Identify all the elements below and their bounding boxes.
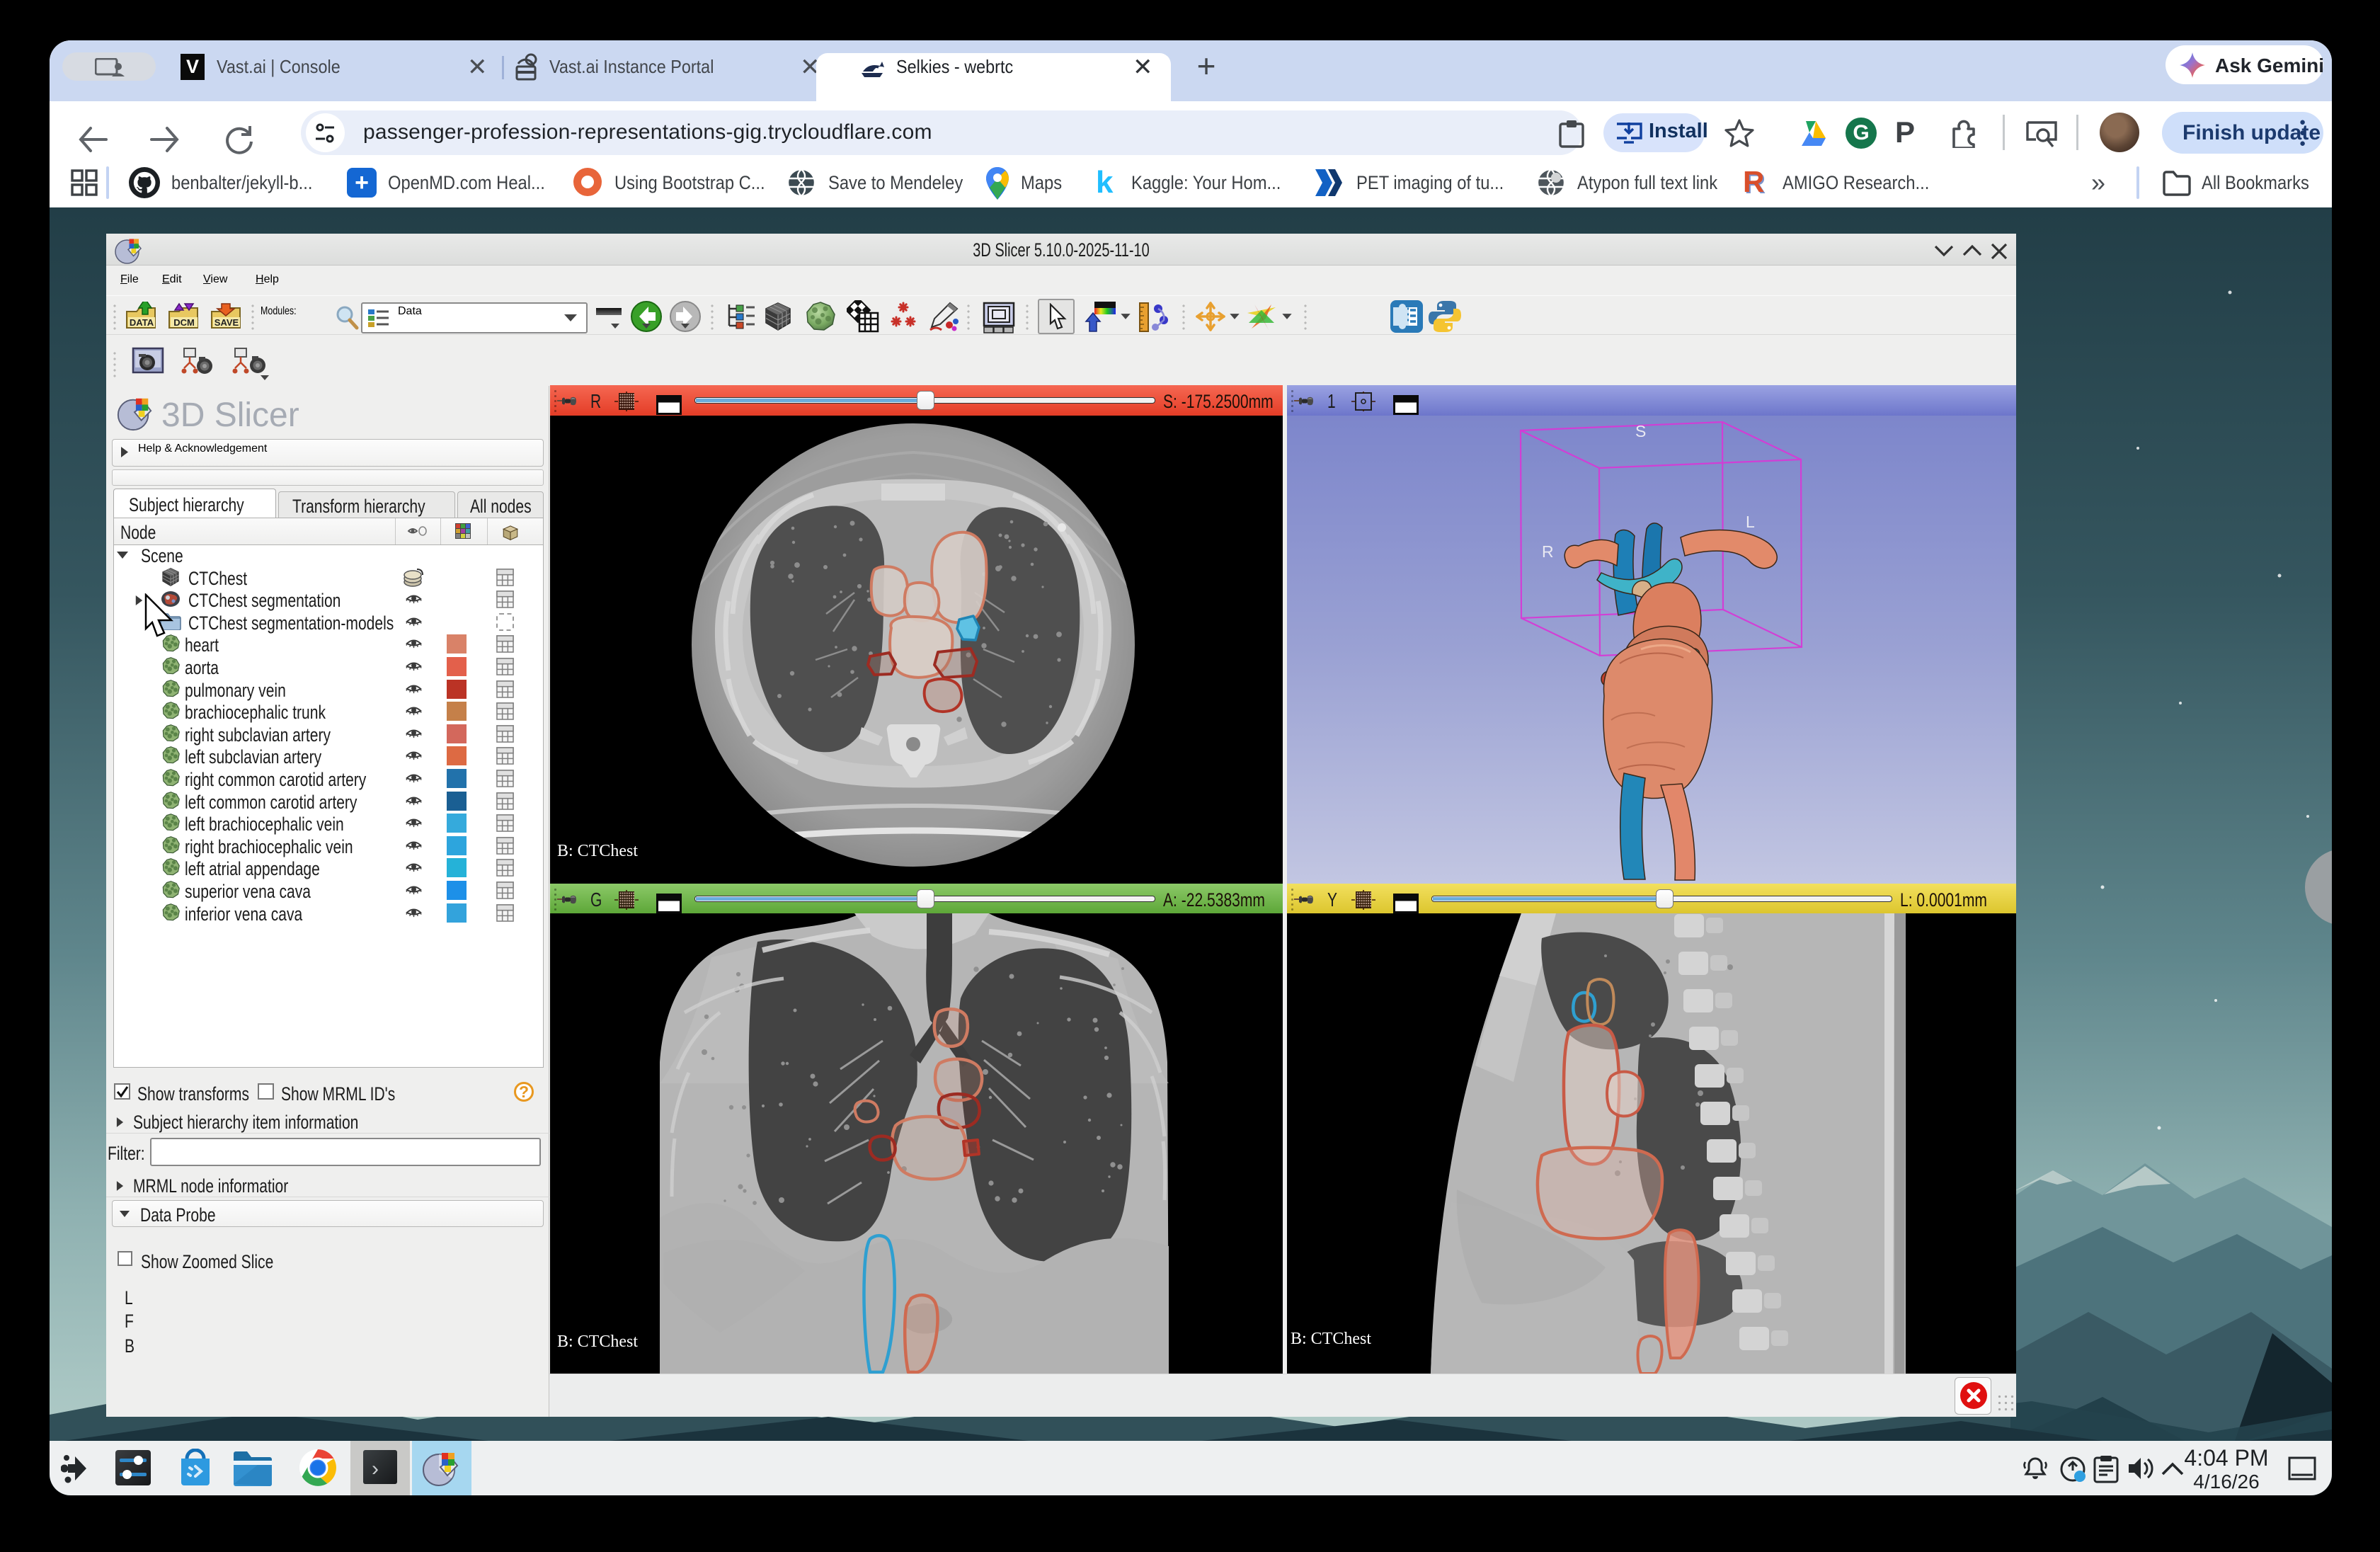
svg-text:B: CTChest: B: CTChest: [557, 1333, 638, 1351]
svg-text:DATA: DATA: [130, 317, 154, 328]
svg-text:L: L: [1746, 513, 1755, 531]
svg-text:R: R: [1542, 542, 1554, 561]
svg-text:S: S: [1635, 422, 1646, 440]
svg-text:DCM: DCM: [173, 317, 195, 328]
svg-text:B: CTChest: B: CTChest: [557, 842, 638, 860]
svg-text:SAVE: SAVE: [214, 317, 239, 328]
svg-text:B: CTChest: B: CTChest: [1291, 1330, 1371, 1348]
